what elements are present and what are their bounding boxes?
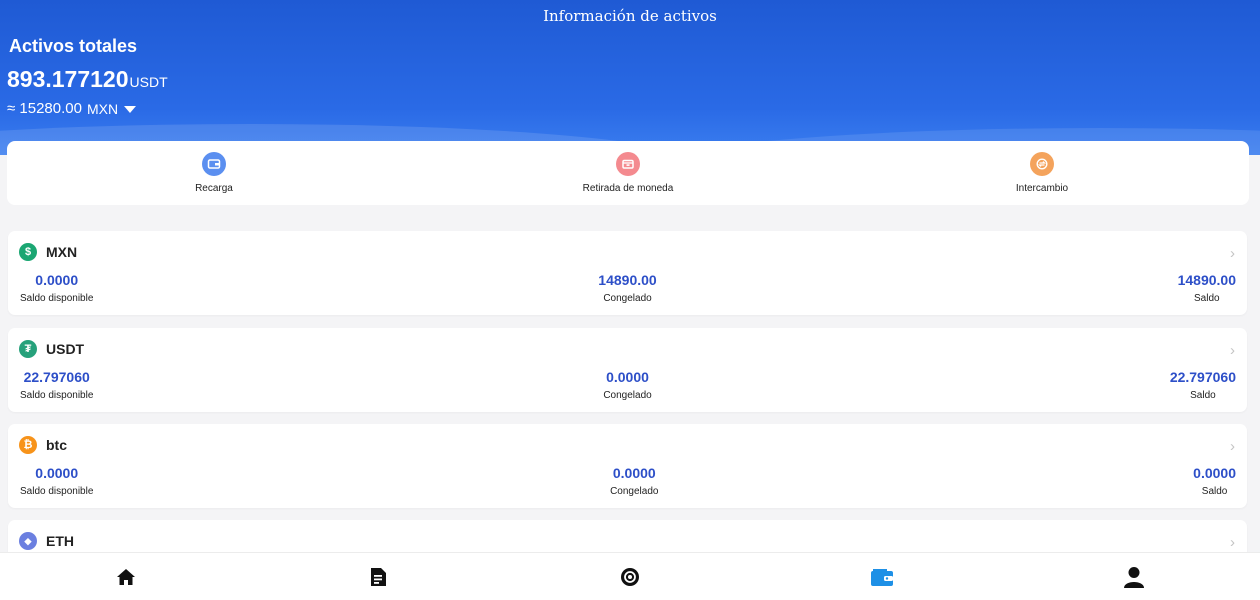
total-assets-label: Activos totales xyxy=(9,36,138,56)
tether-icon: ₮ xyxy=(19,340,37,358)
total-assets-value: 893.177120 USDT xyxy=(7,66,168,93)
asset-card-mxn[interactable]: $ MXN › 0.0000 Saldo disponible 14890.00… xyxy=(8,231,1247,315)
tab-assets[interactable] xyxy=(756,567,1008,587)
chevron-right-icon: › xyxy=(1230,438,1235,455)
approx-value: ≈ 15280.00 xyxy=(7,100,82,117)
caret-down-icon[interactable] xyxy=(124,106,137,113)
frozen-balance: 0.0000 Congelado xyxy=(610,465,659,497)
page-title: Información de activos xyxy=(543,7,717,25)
ethereum-icon: ◆ xyxy=(19,532,37,550)
available-balance: 0.0000 Saldo disponible xyxy=(20,272,94,304)
asset-name: MXN xyxy=(46,244,78,260)
approx-currency: MXN xyxy=(86,100,119,117)
withdraw-icon xyxy=(615,152,640,176)
wallet-icon xyxy=(871,568,893,586)
quick-actions: Recarga Retirada de moneda Intercambio xyxy=(7,141,1249,205)
asset-name: USDT xyxy=(46,341,85,357)
total-assets-unit: USDT xyxy=(129,74,168,90)
asset-card-btc[interactable]: ₿ btc › 0.0000 Saldo disponible 0.0000 C… xyxy=(8,424,1247,508)
market-icon xyxy=(621,567,639,586)
exchange-button[interactable]: Intercambio xyxy=(835,141,1249,205)
bottom-tab-bar xyxy=(0,552,1260,600)
recharge-button[interactable]: Recarga xyxy=(7,141,421,205)
dollar-icon: $ xyxy=(19,243,37,261)
available-balance: 0.0000 Saldo disponible xyxy=(20,465,94,497)
wallet-icon xyxy=(201,152,226,176)
asset-name: ETH xyxy=(46,533,74,549)
total-balance: 14890.00 Saldo xyxy=(1177,272,1236,304)
exchange-icon xyxy=(1030,152,1054,176)
tab-orders[interactable] xyxy=(252,567,504,587)
exchange-label: Intercambio xyxy=(1015,183,1069,194)
document-icon xyxy=(371,567,386,586)
tab-profile[interactable] xyxy=(1008,566,1260,588)
asset-card-usdt[interactable]: ₮ USDT › 22.797060 Saldo disponible 0.00… xyxy=(8,328,1247,412)
chevron-right-icon: › xyxy=(1230,245,1235,262)
chevron-right-icon: › xyxy=(1230,534,1235,551)
approx-value-selector[interactable]: ≈ 15280.00 MXN xyxy=(7,100,137,117)
total-balance: 0.0000 Saldo xyxy=(1193,465,1236,497)
available-balance: 22.797060 Saldo disponible xyxy=(20,369,94,401)
user-icon xyxy=(1124,566,1144,588)
asset-name: btc xyxy=(46,437,67,453)
chevron-right-icon: › xyxy=(1230,342,1235,359)
withdraw-label: Retirada de moneda xyxy=(582,183,674,194)
total-assets-amount: 893.177120 xyxy=(7,66,129,92)
frozen-balance: 0.0000 Congelado xyxy=(603,369,652,401)
bitcoin-icon: ₿ xyxy=(19,436,37,454)
recharge-label: Recarga xyxy=(195,183,233,194)
asset-header: Información de activos Activos totales 8… xyxy=(0,0,1260,155)
tab-market[interactable] xyxy=(504,567,756,587)
tab-home[interactable] xyxy=(0,567,252,587)
total-balance: 22.797060 Saldo xyxy=(1169,369,1236,401)
withdraw-button[interactable]: Retirada de moneda xyxy=(421,141,835,205)
frozen-balance: 14890.00 Congelado xyxy=(598,272,657,304)
home-icon xyxy=(117,568,135,585)
